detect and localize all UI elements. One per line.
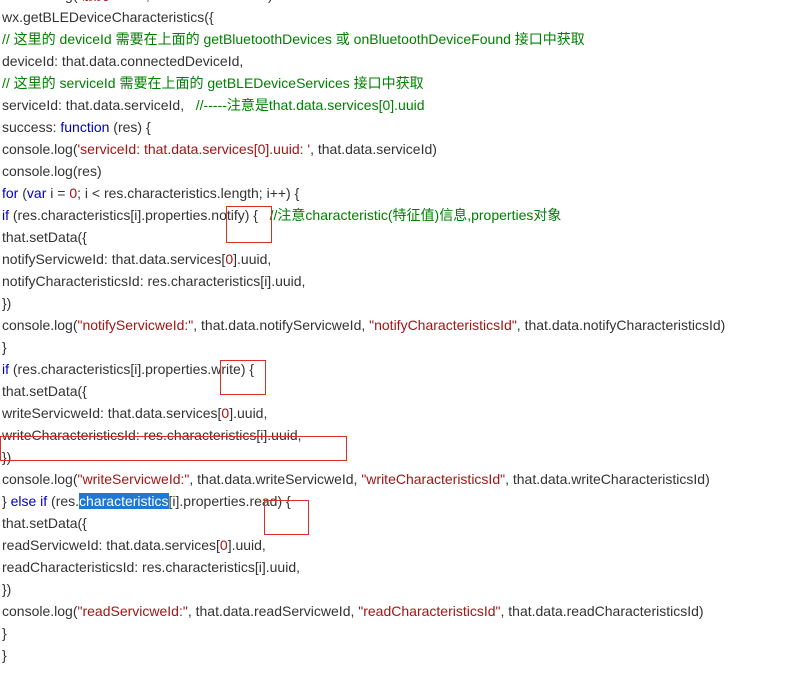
- code-line: } else if (res.characteristics[i].proper…: [2, 490, 725, 512]
- code-token: readCharacteristicsId: res.characteristi…: [2, 559, 300, 575]
- code-token: //注意characteristic(特征值)信息,properties对象: [269, 207, 562, 223]
- code-line: }): [2, 446, 725, 468]
- code-line: that.setData({: [2, 226, 725, 248]
- code-token: console.log(res): [2, 163, 102, 179]
- code-token: console.log(: [2, 603, 78, 619]
- code-line: readServicweId: that.data.services[0].uu…: [2, 534, 725, 556]
- code-token: (res.characteristics[i].properties.notif…: [9, 207, 270, 223]
- code-line: wx.getBLEDeviceCharacteristics({: [2, 6, 725, 28]
- code-line: notifyServicweId: that.data.services[0].…: [2, 248, 725, 270]
- code-line: writeCharacteristicsId: res.characterist…: [2, 424, 725, 446]
- code-token: (res.: [47, 493, 80, 509]
- code-line: success: function (res) {: [2, 116, 725, 138]
- code-token: // 这里的 deviceId 需要在上面的 getBluetoothDevic…: [2, 31, 585, 47]
- code-line: deviceId: that.data.connectedDeviceId,: [2, 50, 725, 72]
- code-token: }: [2, 647, 7, 663]
- code-line: if (res.characteristics[i].properties.wr…: [2, 358, 725, 380]
- code-token: "writeCharacteristicsId": [361, 471, 506, 487]
- code-token: wx.getBLEDeviceCharacteristics({: [2, 9, 214, 25]
- code-line: console.log("readServicweId:", that.data…: [2, 600, 725, 622]
- code-token: 0: [219, 537, 228, 553]
- code-line: }: [2, 336, 725, 358]
- code-token: console.log(: [2, 0, 78, 3]
- code-token: if: [2, 361, 9, 377]
- code-token: (res.characteristics[i].properties.write…: [9, 361, 255, 377]
- code-token: 'serviceId: that.data.services[0].uuid: …: [77, 141, 311, 157]
- code-token: writeServicweId: that.data.services[: [2, 405, 222, 421]
- code-token: if: [2, 207, 9, 223]
- code-line: // 这里的 deviceId 需要在上面的 getBluetoothDevic…: [2, 28, 725, 50]
- code-line: }: [2, 622, 725, 644]
- code-token: ; i < res.characteristics.length; i++) {: [77, 185, 300, 201]
- code-token: "notifyServicweId:": [77, 317, 194, 333]
- code-token: var: [26, 185, 47, 201]
- code-line: // 这里的 serviceId 需要在上面的 getBLEDeviceServ…: [2, 72, 725, 94]
- code-token: , that.data.notifyCharacteristicsId): [516, 317, 726, 333]
- code-token: console.log(: [2, 471, 78, 487]
- code-token: deviceId: that.data.connectedDeviceId,: [2, 53, 244, 69]
- code-token: notifyServicweId: that.data.services[: [2, 251, 226, 267]
- code-token: notifyCharacteristicsId: res.characteris…: [2, 273, 306, 289]
- code-line: for (var i = 0; i < res.characteristics.…: [2, 182, 725, 204]
- code-line: console.log(res): [2, 160, 725, 182]
- code-line: that.setData({: [2, 512, 725, 534]
- code-token: ].uuid,: [229, 405, 268, 421]
- code-token: ].uuid,: [227, 537, 266, 553]
- selected-text: characteristics: [79, 493, 169, 509]
- code-token: console.log(: [2, 141, 78, 157]
- code-token: for: [2, 185, 19, 201]
- code-token: [i].properties.read) {: [168, 493, 291, 509]
- code-line: }): [2, 292, 725, 314]
- code-token: "服务uuid:": [78, 0, 146, 3]
- code-token: ].uuid,: [233, 251, 272, 267]
- code-line: }): [2, 578, 725, 600]
- code-line: console.log("notifyServicweId:", that.da…: [2, 314, 725, 336]
- code-token: }): [2, 449, 12, 465]
- code-token: }): [2, 295, 12, 311]
- code-token: , that.data.writeCharacteristicsId): [505, 471, 710, 487]
- code-token: that.setData({: [2, 383, 87, 399]
- code-token: serviceId: that.data.serviceId,: [2, 97, 196, 113]
- code-token: success:: [2, 119, 61, 135]
- code-token: }: [2, 625, 7, 641]
- code-token: readServicweId: that.data.services[: [2, 537, 220, 553]
- code-token: 0: [225, 251, 234, 267]
- code-line: console.log('serviceId: that.data.servic…: [2, 138, 725, 160]
- code-token: , that.data.notifyServicweId,: [193, 317, 370, 333]
- code-line: }: [2, 644, 725, 666]
- code-token: "writeServicweId:": [77, 471, 190, 487]
- code-token: , that.data.readServicweId,: [187, 603, 359, 619]
- code-token: }: [2, 493, 11, 509]
- code-token: "notifyCharacteristicsId": [369, 317, 517, 333]
- code-token: }: [2, 339, 7, 355]
- code-line: writeServicweId: that.data.services[0].u…: [2, 402, 725, 424]
- code-token: }): [2, 581, 12, 597]
- code-line: notifyCharacteristicsId: res.characteris…: [2, 270, 725, 292]
- code-token: , that.data.serviceId): [146, 0, 273, 3]
- code-token: console.log(: [2, 317, 78, 333]
- code-token: // 这里的 serviceId 需要在上面的 getBLEDeviceServ…: [2, 75, 424, 91]
- code-token: "readServicweId:": [77, 603, 188, 619]
- code-token: "readCharacteristicsId": [358, 603, 501, 619]
- code-token: that.setData({: [2, 229, 87, 245]
- code-token: function: [60, 119, 110, 135]
- code-token: , that.data.readCharacteristicsId): [500, 603, 704, 619]
- code-token: i =: [46, 185, 70, 201]
- code-token: (: [18, 185, 27, 201]
- code-token: that.setData({: [2, 515, 87, 531]
- code-token: //-----注意是that.data.services[0].uuid: [195, 97, 425, 113]
- code-line: serviceId: that.data.serviceId, //-----注…: [2, 94, 725, 116]
- code-line: console.log("writeServicweId:", that.dat…: [2, 468, 725, 490]
- code-token: , that.data.writeServicweId,: [189, 471, 362, 487]
- code-token: , that.data.serviceId): [310, 141, 437, 157]
- code-block: console.log("服务uuid:", that.data.service…: [2, 0, 725, 666]
- code-token: else if: [10, 493, 48, 509]
- code-line: that.setData({: [2, 380, 725, 402]
- code-line: if (res.characteristics[i].properties.no…: [2, 204, 725, 226]
- code-token: (res) {: [109, 119, 151, 135]
- code-line: readCharacteristicsId: res.characteristi…: [2, 556, 725, 578]
- code-token: 0: [69, 185, 78, 201]
- code-token: writeCharacteristicsId: res.characterist…: [2, 427, 302, 443]
